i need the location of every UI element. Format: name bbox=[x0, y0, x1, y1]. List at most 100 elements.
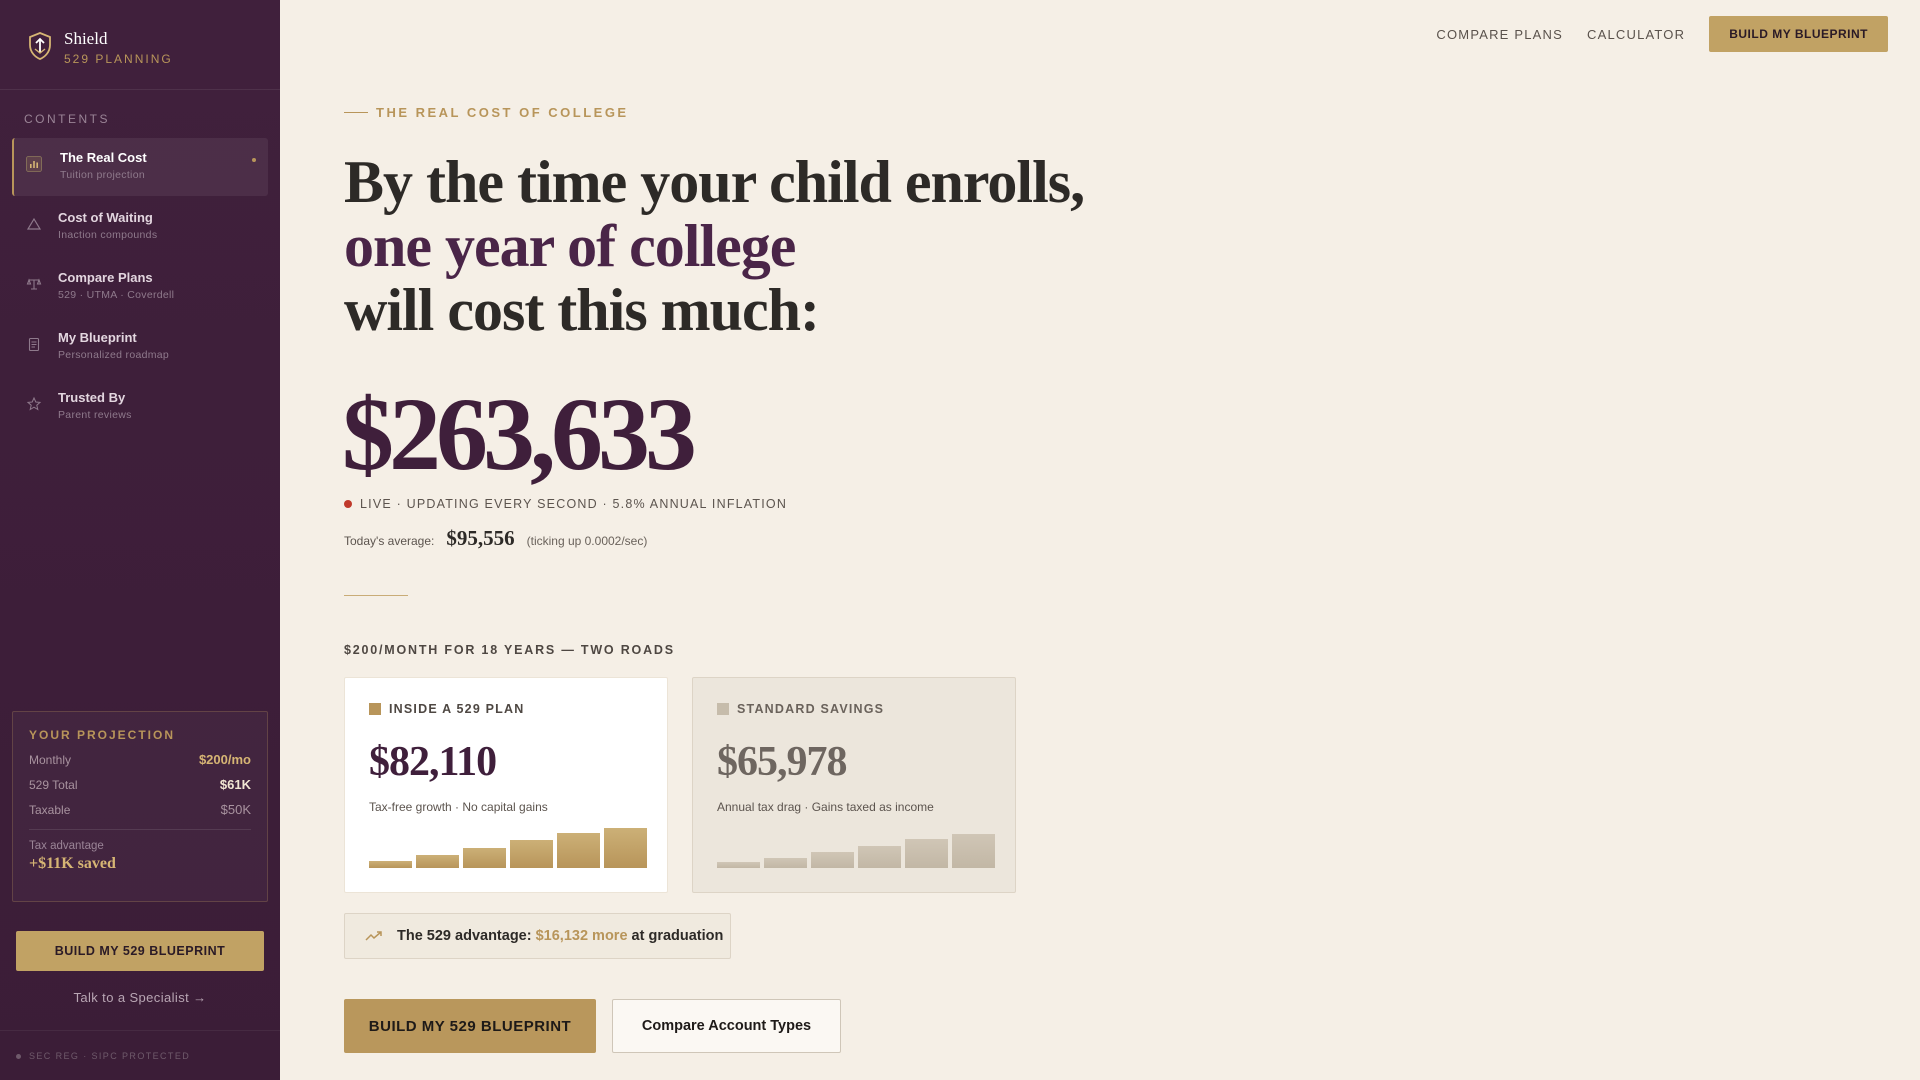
projection-row-monthly: Monthly $200/mo bbox=[29, 752, 251, 767]
legend-swatch bbox=[369, 703, 381, 715]
hero-headline: By the time your child enrolls, one year… bbox=[344, 150, 1144, 342]
growth-bar bbox=[764, 858, 807, 868]
projection-row-value: $50K bbox=[220, 802, 251, 817]
card-label: INSIDE A 529 PLAN bbox=[389, 702, 525, 716]
growth-bar bbox=[557, 833, 600, 868]
sidebar-divider bbox=[0, 89, 280, 90]
sidebar-item-cost-of-waiting[interactable]: Cost of Waiting Inaction compounds bbox=[12, 198, 268, 256]
sidebar-item-title: My Blueprint bbox=[58, 330, 137, 345]
live-indicator: LIVE · UPDATING EVERY SECOND · 5.8% ANNU… bbox=[344, 497, 787, 511]
compliance-text: SEC REG · SIPC PROTECTED bbox=[29, 1051, 191, 1061]
growth-bar bbox=[416, 855, 459, 868]
card-label: STANDARD SAVINGS bbox=[737, 702, 885, 716]
sidebar-item-subtitle: Inaction compounds bbox=[58, 229, 158, 241]
eyebrow-line bbox=[344, 112, 368, 113]
headline-line-3: will cost this much: bbox=[344, 277, 820, 343]
growth-bar bbox=[905, 839, 948, 868]
projection-row-529-total: 529 Total $61K bbox=[29, 777, 251, 792]
projected-cost: $263,633 bbox=[342, 377, 697, 492]
growth-bar bbox=[463, 848, 506, 868]
comparison-label: $200/MONTH FOR 18 YEARS — TWO ROADS bbox=[344, 643, 675, 657]
bar-chart-icon bbox=[26, 156, 42, 172]
advantage-suffix: at graduation bbox=[631, 928, 724, 944]
card-header: STANDARD SAVINGS bbox=[717, 702, 991, 716]
brand-subtitle: 529 PLANNING bbox=[64, 52, 173, 66]
tax-advantage-value: +$11K saved bbox=[29, 855, 116, 872]
todays-average: Today's average: $95,556 (ticking up 0.0… bbox=[344, 526, 647, 551]
sidebar-item-subtitle: Parent reviews bbox=[58, 409, 132, 421]
sidebar-build-blueprint-button[interactable]: BUILD MY 529 BLUEPRINT bbox=[16, 931, 264, 971]
projection-row-label: 529 Total bbox=[29, 778, 78, 792]
active-indicator-dot bbox=[252, 158, 256, 162]
live-dot bbox=[344, 500, 352, 508]
sidebar: Shield 529 PLANNING CONTENTS The Real Co… bbox=[0, 0, 280, 1080]
growth-bars bbox=[369, 828, 647, 868]
projection-row-label: Monthly bbox=[29, 753, 72, 767]
sidebar-item-subtitle: Tuition projection bbox=[60, 169, 145, 181]
section-rule bbox=[344, 595, 408, 596]
live-text: LIVE · UPDATING EVERY SECOND · 5.8% ANNU… bbox=[360, 497, 788, 511]
talk-to-specialist-link[interactable]: Talk to a Specialist → bbox=[0, 990, 280, 1005]
build-529-blueprint-button[interactable]: BUILD MY 529 BLUEPRINT bbox=[344, 999, 596, 1053]
card-value: $82,110 bbox=[369, 739, 497, 785]
529-advantage-banner: The 529 advantage: $16,132 more at gradu… bbox=[344, 913, 731, 959]
growth-bar bbox=[858, 846, 901, 868]
standard-savings-card: STANDARD SAVINGS $65,978 Annual tax drag… bbox=[692, 677, 1016, 893]
growth-bar bbox=[717, 862, 760, 868]
sidebar-item-subtitle: Personalized roadmap bbox=[58, 349, 170, 361]
trending-up-icon bbox=[365, 931, 382, 941]
projection-row-value: $200/mo bbox=[198, 752, 251, 767]
sidebar-item-trusted-by[interactable]: Trusted By Parent reviews bbox=[12, 378, 268, 436]
footer-dot bbox=[16, 1053, 21, 1059]
sidebar-item-title: Trusted By bbox=[58, 390, 126, 405]
growth-bar bbox=[369, 861, 412, 868]
headline-line-2: one year of college bbox=[344, 213, 796, 279]
sidebar-footer-divider bbox=[0, 1030, 280, 1031]
card-note: Annual tax drag · Gains taxed as income bbox=[717, 800, 934, 814]
sidebar-item-title: Compare Plans bbox=[58, 270, 153, 285]
advantage-prefix: The 529 advantage: bbox=[397, 928, 532, 944]
average-value: $95,556 bbox=[446, 526, 515, 550]
sidebar-item-my-blueprint[interactable]: My Blueprint Personalized roadmap bbox=[12, 318, 268, 376]
card-value: $65,978 bbox=[717, 739, 848, 785]
compare-account-types-button[interactable]: Compare Account Types bbox=[612, 999, 841, 1053]
card-header: INSIDE A 529 PLAN bbox=[369, 702, 643, 716]
header-build-blueprint-button[interactable]: BUILD MY BLUEPRINT bbox=[1709, 16, 1888, 52]
sidebar-item-real-cost[interactable]: The Real Cost Tuition projection bbox=[12, 138, 268, 196]
average-note: (ticking up 0.0002/sec) bbox=[526, 534, 648, 548]
scale-icon bbox=[26, 278, 42, 290]
sidebar-item-compare-plans[interactable]: Compare Plans 529 · UTMA · Coverdell bbox=[12, 258, 268, 316]
growth-bar bbox=[510, 840, 553, 868]
hero-eyebrow: THE REAL COST OF COLLEGE bbox=[344, 105, 629, 120]
average-label: Today's average: bbox=[344, 534, 435, 548]
star-icon bbox=[26, 396, 42, 411]
projection-title: YOUR PROJECTION bbox=[29, 728, 176, 742]
advantage-amount: $16,132 more bbox=[535, 928, 628, 944]
headline-line-1: By the time your child enrolls, bbox=[344, 149, 1085, 215]
sidebar-item-title: Cost of Waiting bbox=[58, 210, 153, 225]
projection-row-taxable: Taxable $50K bbox=[29, 802, 251, 817]
sidebar-footer: SEC REG · SIPC PROTECTED bbox=[16, 1051, 190, 1061]
projection-divider bbox=[29, 829, 251, 830]
projection-row-value: $61K bbox=[219, 777, 251, 792]
brand-logo[interactable]: Shield 529 PLANNING bbox=[28, 28, 173, 66]
top-nav: COMPARE PLANS CALCULATOR BUILD MY BLUEPR… bbox=[1436, 16, 1888, 52]
growth-bar bbox=[811, 852, 854, 868]
sidebar-item-subtitle: 529 · UTMA · Coverdell bbox=[58, 289, 175, 301]
sidebar-nav: The Real Cost Tuition projection Cost of… bbox=[12, 138, 268, 438]
warning-icon bbox=[26, 217, 42, 230]
growth-bars bbox=[717, 834, 995, 868]
card-note: Tax-free growth · No capital gains bbox=[369, 800, 548, 814]
brand-name: Shield bbox=[64, 29, 108, 48]
nav-link-compare-plans[interactable]: COMPARE PLANS bbox=[1436, 27, 1563, 42]
529-plan-card: INSIDE A 529 PLAN $82,110 Tax-free growt… bbox=[344, 677, 668, 893]
projection-summary: YOUR PROJECTION Monthly $200/mo 529 Tota… bbox=[12, 711, 268, 902]
nav-link-calculator[interactable]: CALCULATOR bbox=[1587, 27, 1685, 42]
clipboard-icon bbox=[28, 337, 40, 352]
sidebar-item-title: The Real Cost bbox=[60, 150, 147, 165]
growth-bar bbox=[952, 834, 995, 868]
eyebrow-text: THE REAL COST OF COLLEGE bbox=[376, 105, 629, 120]
legend-swatch bbox=[717, 703, 729, 715]
projection-row-label: Taxable bbox=[29, 803, 71, 817]
shield-icon bbox=[29, 32, 51, 60]
